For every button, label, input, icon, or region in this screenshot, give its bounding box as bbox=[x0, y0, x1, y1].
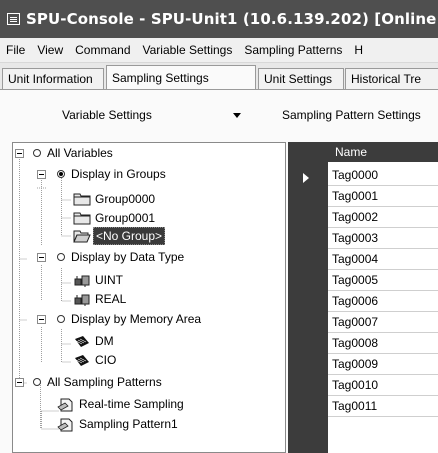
table-row[interactable]: Tag0006 bbox=[328, 291, 438, 312]
column-header-name[interactable]: Name bbox=[335, 145, 367, 159]
sampling-pattern-settings-button[interactable]: Sampling Pattern Settings bbox=[282, 103, 421, 127]
tab-unit-information[interactable]: Unit Information bbox=[2, 68, 104, 89]
variable-settings-button[interactable]: Variable Settings bbox=[62, 103, 152, 127]
table-row[interactable]: Tag0002 bbox=[328, 207, 438, 228]
variable-grid[interactable]: Name Tag0000 Tag0001 Tag0002 Tag0003 Tag… bbox=[288, 142, 438, 453]
sampling-settings-panel: Variable Settings Sampling Pattern Setti… bbox=[0, 90, 438, 453]
window-title: SPU-Console - SPU-Unit1 (10.6.139.202) [… bbox=[26, 10, 437, 28]
group0001-label: Group0001 bbox=[95, 211, 156, 225]
real-label: REAL bbox=[95, 292, 127, 306]
folder-icon bbox=[73, 212, 91, 225]
table-row[interactable]: Tag0009 bbox=[328, 354, 438, 375]
display-by-data-type-label: Display by Data Type bbox=[71, 250, 185, 264]
tree-node-dm[interactable]: DM bbox=[95, 332, 114, 350]
tab-unit-settings[interactable]: Unit Settings bbox=[258, 68, 344, 89]
tree-node-all-sampling-patterns[interactable]: All Sampling Patterns bbox=[47, 373, 162, 391]
display-by-memory-radio[interactable] bbox=[57, 315, 65, 323]
table-row[interactable]: Tag0005 bbox=[328, 270, 438, 291]
table-row[interactable]: Tag0011 bbox=[328, 396, 438, 417]
folder-icon bbox=[73, 193, 91, 206]
tree-node-cio[interactable]: CIO bbox=[95, 351, 116, 369]
tree-node-display-in-groups[interactable]: Display in Groups bbox=[71, 165, 166, 183]
document-icon bbox=[57, 418, 73, 432]
display-in-groups-radio[interactable] bbox=[57, 170, 65, 178]
current-row-arrow-icon bbox=[303, 173, 309, 183]
dm-label: DM bbox=[95, 334, 114, 348]
title-bar[interactable]: SPU-Console - SPU-Unit1 (10.6.139.202) [… bbox=[0, 0, 438, 38]
collapse-display-by-memory-icon[interactable] bbox=[37, 315, 46, 324]
toolbar: Variable Settings Sampling Pattern Setti… bbox=[0, 90, 438, 142]
row-selector-gutter bbox=[288, 162, 328, 453]
app-icon[interactable] bbox=[7, 13, 20, 25]
tree-node-uint[interactable]: UINT bbox=[95, 271, 123, 289]
variable-tree[interactable]: All Variables Display in Groups Group000… bbox=[12, 142, 286, 453]
table-row[interactable]: Tag0007 bbox=[328, 312, 438, 333]
menu-sampling-patterns[interactable]: Sampling Patterns bbox=[244, 43, 342, 57]
chevron-down-icon[interactable] bbox=[233, 113, 241, 118]
app-window: SPU-Console - SPU-Unit1 (10.6.139.202) [… bbox=[0, 0, 438, 453]
tree-node-no-group[interactable]: <No Group> bbox=[93, 227, 166, 245]
real-time-sampling-label: Real-time Sampling bbox=[79, 397, 184, 411]
table-row[interactable]: Tag0010 bbox=[328, 375, 438, 396]
tree-node-display-by-data-type[interactable]: Display by Data Type bbox=[71, 248, 184, 266]
open-folder-icon bbox=[73, 230, 91, 243]
tree-node-real[interactable]: REAL bbox=[95, 290, 126, 308]
data-type-icon bbox=[74, 275, 90, 287]
tab-sampling-settings[interactable]: Sampling Settings bbox=[106, 65, 256, 89]
table-row[interactable]: Tag0004 bbox=[328, 249, 438, 270]
memory-chip-icon bbox=[75, 336, 89, 347]
menu-file[interactable]: File bbox=[6, 43, 25, 57]
tree-node-all-variables[interactable]: All Variables bbox=[47, 144, 113, 162]
sampling-pattern1-label: Sampling Pattern1 bbox=[79, 417, 178, 431]
cio-label: CIO bbox=[95, 353, 117, 367]
collapse-all-sampling-icon[interactable] bbox=[15, 378, 24, 387]
no-group-label: <No Group> bbox=[93, 227, 166, 245]
collapse-all-variables-icon[interactable] bbox=[15, 149, 24, 158]
collapse-display-by-type-icon[interactable] bbox=[37, 253, 46, 262]
menu-help[interactable]: H bbox=[354, 43, 363, 57]
tree-node-display-by-memory-area[interactable]: Display by Memory Area bbox=[71, 310, 201, 328]
tab-historical-trend[interactable]: Historical Tre bbox=[345, 68, 438, 89]
table-row[interactable]: Tag0001 bbox=[328, 186, 438, 207]
menu-view[interactable]: View bbox=[37, 43, 63, 57]
display-by-memory-area-label: Display by Memory Area bbox=[71, 312, 202, 326]
display-in-groups-label: Display in Groups bbox=[71, 167, 166, 181]
table-row[interactable]: Tag0008 bbox=[328, 333, 438, 354]
tree-node-group0001[interactable]: Group0001 bbox=[95, 209, 155, 227]
document-icon bbox=[57, 398, 73, 412]
all-variables-label: All Variables bbox=[47, 146, 113, 160]
tab-strip: Unit Information Sampling Settings Unit … bbox=[0, 63, 438, 90]
all-sampling-patterns-label: All Sampling Patterns bbox=[47, 375, 162, 389]
table-row[interactable]: Tag0000 bbox=[328, 165, 438, 186]
tree-node-group0000[interactable]: Group0000 bbox=[95, 190, 155, 208]
tree-node-sampling-pattern1[interactable]: Sampling Pattern1 bbox=[79, 415, 178, 433]
uint-label: UINT bbox=[95, 273, 123, 287]
group0000-label: Group0000 bbox=[95, 192, 156, 206]
memory-chip-icon bbox=[75, 355, 89, 366]
all-sampling-patterns-radio[interactable] bbox=[33, 378, 41, 386]
table-row[interactable]: Tag0003 bbox=[328, 228, 438, 249]
data-type-icon bbox=[74, 294, 90, 306]
grid-header: Name bbox=[288, 142, 438, 162]
tree-node-real-time-sampling[interactable]: Real-time Sampling bbox=[79, 395, 184, 413]
all-variables-radio[interactable] bbox=[33, 149, 41, 157]
menu-variable-settings[interactable]: Variable Settings bbox=[143, 43, 233, 57]
menu-command[interactable]: Command bbox=[75, 43, 130, 57]
collapse-display-in-groups-icon[interactable] bbox=[37, 170, 46, 179]
menu-bar: File View Command Variable Settings Samp… bbox=[0, 38, 438, 63]
display-by-type-radio[interactable] bbox=[57, 253, 65, 261]
